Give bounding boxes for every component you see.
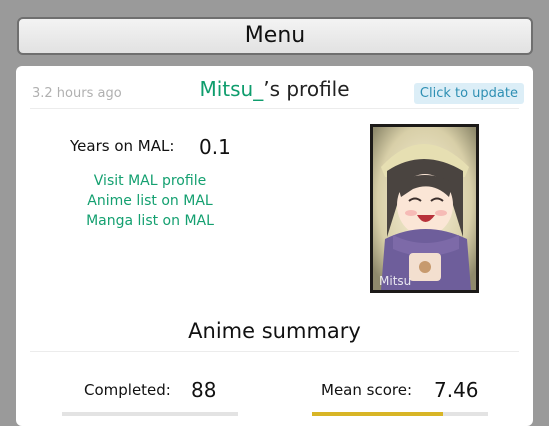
- profile-card: 3.2 hours ago Mitsu_’s profile Click to …: [16, 66, 533, 426]
- mean-score-label: Mean score:: [321, 381, 412, 399]
- anime-list-link[interactable]: Anime list on MAL: [80, 191, 220, 211]
- manga-list-link[interactable]: Manga list on MAL: [80, 211, 220, 231]
- mean-score-value: 7.46: [434, 378, 479, 402]
- years-on-mal-value: 0.1: [199, 135, 231, 159]
- profile-username: Mitsu_: [199, 77, 264, 101]
- mal-links: Visit MAL profile Anime list on MAL Mang…: [80, 171, 220, 231]
- update-button[interactable]: Click to update: [413, 83, 524, 104]
- avatar-watermark: Mitsu: [379, 274, 411, 288]
- summary-divider: [30, 351, 519, 352]
- profile-avatar: Mitsu: [370, 124, 479, 293]
- completed-label: Completed:: [84, 381, 171, 399]
- completed-bar: [62, 412, 238, 416]
- mean-score-bar-fill: [312, 412, 444, 416]
- years-on-mal-label: Years on MAL:: [70, 137, 175, 155]
- profile-title-suffix: ’s profile: [263, 77, 350, 101]
- menu-button[interactable]: Menu: [17, 17, 533, 55]
- completed-value: 88: [191, 378, 217, 402]
- anime-summary-heading: Anime summary: [188, 319, 361, 343]
- visit-mal-profile-link[interactable]: Visit MAL profile: [80, 171, 220, 191]
- header-divider: [30, 108, 519, 109]
- mean-score-bar: [312, 412, 488, 416]
